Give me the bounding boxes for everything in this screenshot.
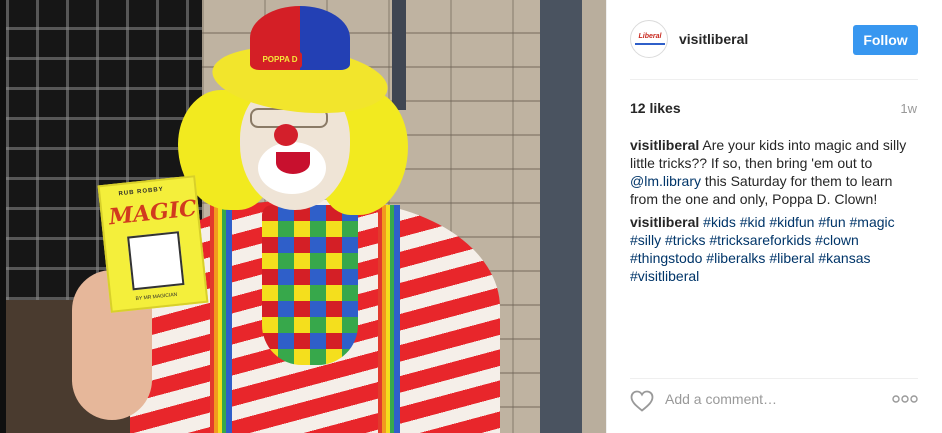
hashtag-link[interactable]: #kidfun xyxy=(769,214,814,230)
hat-band-label: POPPA D xyxy=(258,52,302,68)
hashtag-link[interactable]: #fun xyxy=(818,214,845,230)
caption-comment: visitliberal Are your kids into magic an… xyxy=(630,136,920,208)
hashtag-link[interactable]: #clown xyxy=(815,232,859,248)
rainbow-suspender-right xyxy=(378,205,400,433)
comments-list: visitliberal Are your kids into magic an… xyxy=(630,136,920,290)
hashtag-link[interactable]: #liberalks xyxy=(706,250,765,266)
avatar[interactable]: Liberal xyxy=(630,20,668,58)
more-options-icon[interactable] xyxy=(891,389,919,409)
hashtag-link[interactable]: #kansas xyxy=(818,250,870,266)
book-footer-text: BY MR MAGICIAN xyxy=(135,291,178,303)
dark-pillar xyxy=(540,0,582,433)
comment-username[interactable]: visitliberal xyxy=(630,214,699,230)
hashtag-link[interactable]: #kid xyxy=(740,214,766,230)
hashtag-link[interactable]: #silly xyxy=(630,232,661,248)
likes-count[interactable]: 12 likes xyxy=(630,100,681,116)
hashtag-link[interactable]: #thingstodo xyxy=(630,250,702,266)
mention-link[interactable]: @lm.library xyxy=(630,173,701,189)
clown-mouth xyxy=(276,152,310,174)
avatar-logo-text: Liberal xyxy=(638,33,662,40)
hashtag-link[interactable]: #visitliberal xyxy=(630,268,699,284)
caption-username[interactable]: visitliberal xyxy=(630,137,699,153)
rainbow-suspender-left xyxy=(210,205,232,433)
patchwork-bib xyxy=(262,205,358,365)
downspout xyxy=(392,0,406,110)
post-time[interactable]: 1w xyxy=(900,101,917,116)
hashtag-link[interactable]: #tricks xyxy=(665,232,705,248)
add-comment-input[interactable] xyxy=(665,388,865,410)
book-title: MAGIC xyxy=(107,195,198,231)
avatar-logo-underline xyxy=(635,43,665,45)
post-photo[interactable]: POPPA D RUB ROBBY MAGIC BY MR MAGICIAN xyxy=(0,0,606,433)
comment-bar xyxy=(607,379,942,433)
post-details-panel: Liberal visitliberal Follow 12 likes 1w … xyxy=(606,0,942,433)
book-cover-small-text: RUB ROBBY xyxy=(118,186,165,198)
hashtag-comment: visitliberal #kids #kid #kidfun #fun #ma… xyxy=(630,213,920,285)
book-illustration xyxy=(127,231,185,291)
post-header: Liberal visitliberal Follow xyxy=(607,0,942,79)
follow-button[interactable]: Follow xyxy=(853,25,918,55)
author-username[interactable]: visitliberal xyxy=(679,31,748,47)
header-divider xyxy=(630,79,918,80)
magic-book: RUB ROBBY MAGIC BY MR MAGICIAN xyxy=(97,175,209,313)
hashtag-link[interactable]: #liberal xyxy=(769,250,814,266)
heart-icon[interactable] xyxy=(630,390,654,412)
stone-wall-right xyxy=(582,0,606,433)
hashtag-link[interactable]: #tricksareforkids xyxy=(709,232,811,248)
hashtag-link[interactable]: #magic xyxy=(850,214,895,230)
clown-nose xyxy=(274,124,298,146)
hashtag-link[interactable]: #kids xyxy=(703,214,736,230)
